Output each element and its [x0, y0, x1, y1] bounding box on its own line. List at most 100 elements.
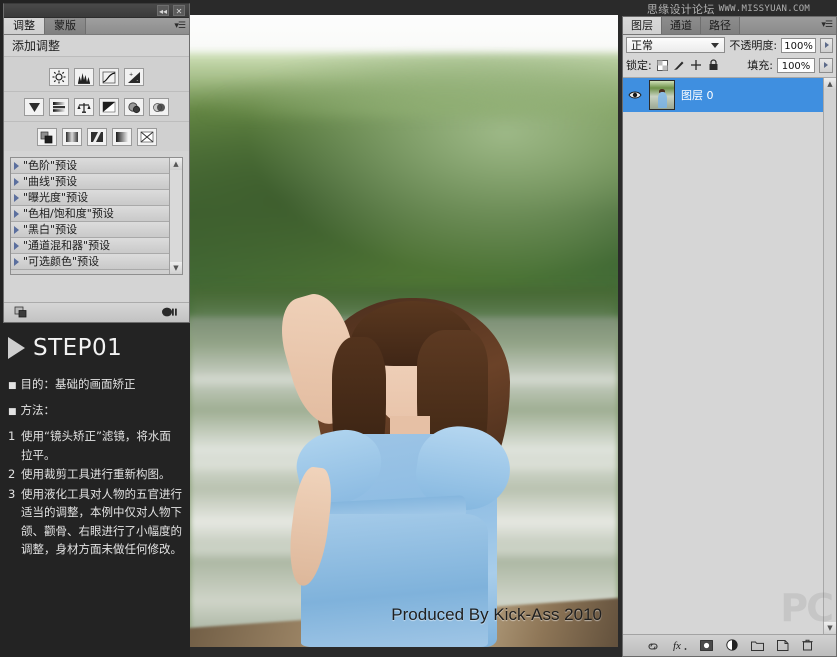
gradient-map-icon[interactable] [112, 128, 132, 146]
expand-triangle-icon[interactable] [14, 178, 19, 186]
layer-thumbnail[interactable] [649, 80, 675, 110]
fill-stepper[interactable] [819, 58, 833, 73]
panel-menu-icon[interactable]: ▾☰ [821, 20, 832, 30]
clip-to-layer-icon[interactable] [14, 303, 28, 322]
left-column: ◂◂ ✕ 调整 蒙版 ▾☰ 添加调整 [0, 0, 190, 657]
layer-list[interactable]: 图层 0 ▲ ▼ [623, 77, 836, 634]
adjustment-icon-zone: -+ [4, 57, 189, 151]
preset-label: "通道混和器"预设 [23, 238, 110, 254]
curves-icon[interactable] [99, 68, 119, 86]
opacity-input[interactable]: 100% [781, 38, 816, 53]
lock-image-pixels-icon[interactable] [673, 59, 686, 72]
preset-label: "可选颜色"预设 [23, 254, 99, 270]
fill-input[interactable]: 100% [777, 58, 815, 73]
add-layer-mask-icon[interactable] [700, 636, 713, 655]
step-title: STEP01 [33, 335, 122, 361]
svg-text:-: - [137, 78, 139, 84]
preset-list[interactable]: "色阶"预设 "曲线"预设 "曝光度"预设 "色相/饱和度"预设 [11, 158, 169, 274]
link-layers-icon[interactable] [646, 636, 660, 655]
layer-style-fx-icon[interactable]: fx [673, 636, 687, 655]
opacity-label: 不透明度: [729, 37, 777, 53]
posterize-icon[interactable] [62, 128, 82, 146]
tab-channels[interactable]: 通道 [662, 17, 701, 34]
preset-item[interactable]: "黑白"预设 [11, 222, 169, 238]
adjustment-icon-row-2 [4, 91, 189, 119]
exposure-icon[interactable]: -+ [124, 68, 144, 86]
expand-triangle-icon[interactable] [14, 258, 19, 266]
preset-item[interactable]: "曝光度"预设 [11, 190, 169, 206]
step-instructions-panel: STEP01 目的：基础的画面矫正 方法： 1 使用“镜头矫正”滤镜，将水面拉平… [0, 325, 190, 657]
preset-item[interactable]: "色阶"预设 [11, 158, 169, 174]
step-method-label: 方法： [21, 401, 56, 421]
expand-triangle-icon[interactable] [14, 194, 19, 202]
delete-layer-icon[interactable] [802, 636, 813, 655]
delete-adjustment-icon[interactable] [161, 303, 179, 322]
step-number: 2 [8, 465, 21, 484]
new-layer-icon[interactable] [777, 636, 789, 655]
preset-scrollbar[interactable]: ▲ ▼ [169, 158, 182, 274]
preset-item[interactable]: "可选颜色"预设 [11, 254, 169, 270]
expand-triangle-icon[interactable] [14, 210, 19, 218]
close-icon[interactable]: ✕ [173, 5, 185, 16]
preset-list-container: "色阶"预设 "曲线"预设 "曝光度"预设 "色相/饱和度"预设 [10, 157, 183, 275]
scroll-up-icon[interactable]: ▲ [170, 158, 182, 170]
selective-color-icon[interactable] [137, 128, 157, 146]
color-balance-icon[interactable] [74, 98, 94, 116]
chevron-down-icon[interactable] [711, 43, 719, 48]
scroll-down-icon[interactable]: ▼ [170, 262, 182, 274]
hue-saturation-icon[interactable] [49, 98, 69, 116]
new-adjustment-layer-icon[interactable] [726, 636, 738, 655]
preset-item[interactable]: "色相/饱和度"预设 [11, 206, 169, 222]
canvas-area[interactable]: Produced By Kick-Ass 2010 [190, 0, 620, 657]
lock-position-icon[interactable] [690, 59, 703, 72]
photo-hill-haze [190, 53, 618, 116]
channel-mixer-icon[interactable] [149, 98, 169, 116]
tab-adjustments[interactable]: 调整 [4, 18, 45, 34]
opacity-stepper[interactable] [820, 38, 833, 53]
layers-scrollbar[interactable]: ▲ ▼ [823, 78, 836, 634]
panel-menu-icon[interactable]: ▾☰ [174, 21, 185, 31]
lock-transparent-pixels-icon[interactable] [656, 59, 669, 72]
brightness-contrast-icon[interactable] [49, 68, 69, 86]
photoshop-window: ◂◂ ✕ 调整 蒙版 ▾☰ 添加调整 [0, 0, 837, 657]
lock-label: 锁定: [626, 57, 652, 73]
scroll-down-icon[interactable]: ▼ [824, 622, 836, 634]
step-number: 1 [8, 427, 21, 464]
play-triangle-icon [8, 337, 25, 359]
tab-layers[interactable]: 图层 [623, 17, 662, 34]
scroll-up-icon[interactable]: ▲ [824, 78, 836, 90]
preset-item[interactable]: "曲线"预设 [11, 174, 169, 190]
layer-row[interactable]: 图层 0 [623, 78, 823, 112]
preset-label: "黑白"预设 [23, 222, 77, 238]
layers-panel: 图层 通道 路径 ▾☰ 正常 不透明度: 100% 锁定: [622, 16, 837, 657]
black-white-icon[interactable] [99, 98, 119, 116]
step-method: 方法： [8, 401, 182, 421]
eye-icon[interactable] [627, 90, 643, 100]
expand-triangle-icon[interactable] [14, 162, 19, 170]
photo-image[interactable]: Produced By Kick-Ass 2010 [190, 15, 618, 647]
expand-triangle-icon[interactable] [14, 242, 19, 250]
collapse-arrows-icon[interactable]: ◂◂ [157, 5, 169, 16]
step-list-item: 1 使用“镜头矫正”滤镜，将水面拉平。 [8, 427, 182, 464]
preset-item[interactable]: "通道混和器"预设 [11, 238, 169, 254]
adjustments-footer [4, 302, 189, 322]
blend-mode-select[interactable]: 正常 [626, 37, 725, 53]
tab-paths[interactable]: 路径 [701, 17, 740, 34]
new-group-icon[interactable] [751, 636, 764, 655]
tab-masks[interactable]: 蒙版 [45, 18, 86, 34]
adjustments-panel: ◂◂ ✕ 调整 蒙版 ▾☰ 添加调整 [3, 3, 190, 323]
svg-text:fx: fx [673, 640, 681, 651]
levels-icon[interactable] [74, 68, 94, 86]
invert-icon[interactable] [37, 128, 57, 146]
vibrance-icon[interactable] [24, 98, 44, 116]
figure-dress-skirt [301, 514, 488, 647]
photo-filter-icon[interactable] [124, 98, 144, 116]
preset-label: "色相/饱和度"预设 [23, 206, 114, 222]
threshold-icon[interactable] [87, 128, 107, 146]
step-list: 1 使用“镜头矫正”滤镜，将水面拉平。 2 使用裁剪工具进行重新构图。 3 使用… [8, 427, 182, 559]
lock-all-icon[interactable] [707, 59, 720, 72]
layer-name[interactable]: 图层 0 [681, 87, 714, 103]
watermark-cn: 思缘设计论坛 [647, 1, 715, 17]
expand-triangle-icon[interactable] [14, 226, 19, 234]
photo-woman-figure [301, 287, 524, 647]
